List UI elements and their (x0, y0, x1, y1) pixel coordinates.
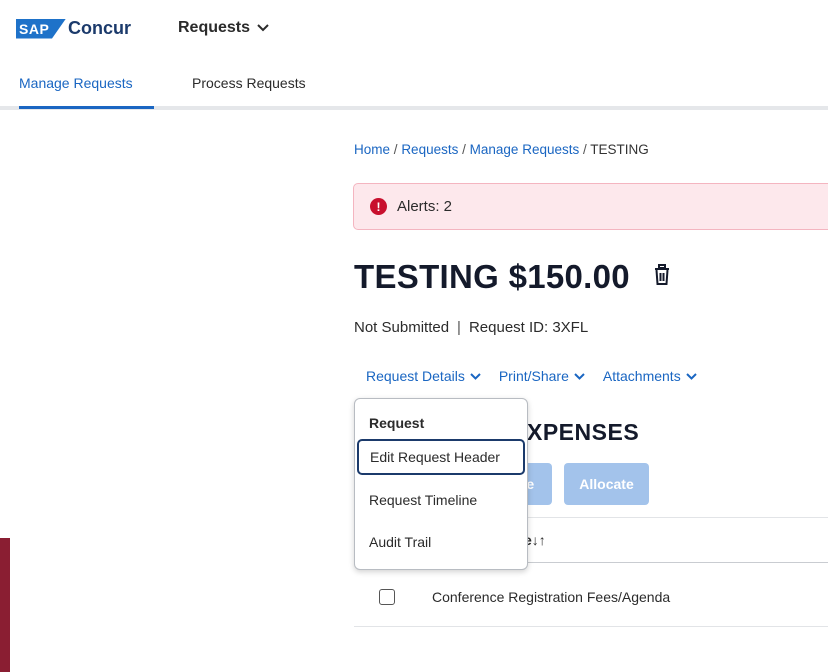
sort-icon: ↓↑ (531, 532, 546, 548)
alerts-banner[interactable]: ! Alerts: 2 (353, 183, 828, 230)
allocate-button[interactable]: Allocate (564, 463, 649, 505)
attachments-menu[interactable]: Attachments (603, 368, 697, 384)
print-share-menu[interactable]: Print/Share (499, 368, 585, 384)
request-details-label: Request Details (366, 368, 465, 384)
chevron-down-icon (685, 372, 697, 380)
menu-item-audit-trail[interactable]: Audit Trail (356, 524, 526, 560)
trash-icon (654, 263, 669, 285)
breadcrumb: Home / Requests / Manage Requests / TEST… (354, 142, 649, 157)
chevron-down-icon (470, 372, 481, 380)
table-row[interactable]: Conference Registration Fees/Agenda (354, 572, 828, 627)
requests-app-menu[interactable]: Requests (178, 19, 269, 37)
chevron-down-icon (574, 372, 585, 380)
active-tab-indicator (19, 106, 154, 109)
request-action-menus: Request Details Print/Share Attachments (366, 368, 715, 384)
tab-manage-requests[interactable]: Manage Requests (19, 75, 133, 91)
alerts-text: Alerts: 2 (397, 198, 453, 215)
page-title: TESTING $150.00 (354, 258, 630, 295)
sap-concur-logo[interactable]: SAP Concur (16, 18, 131, 39)
breadcrumb-current: TESTING (590, 142, 649, 157)
menu-item-edit-request-header[interactable]: Edit Request Header (357, 439, 525, 475)
sap-logo-icon: SAP (16, 18, 66, 39)
status-text: Not Submitted (354, 319, 450, 336)
delete-request-button[interactable] (652, 263, 672, 291)
request-title-row: TESTING $150.00 (354, 258, 672, 296)
tab-process-requests[interactable]: Process Requests (192, 75, 306, 91)
top-bar: SAP Concur Requests (0, 0, 828, 58)
row-checkbox[interactable] (379, 589, 395, 605)
concur-logo-text: Concur (68, 18, 131, 38)
request-details-dropdown: Request Edit Request Header Request Time… (354, 398, 528, 570)
request-status-line: Not Submitted | Request ID: 3XFL (354, 319, 588, 336)
breadcrumb-separator: / (462, 142, 466, 157)
breadcrumb-manage-requests[interactable]: Manage Requests (470, 142, 580, 157)
left-edge-bar (0, 538, 10, 672)
app-window: SAP Concur Requests Manage Requests Proc… (0, 0, 828, 672)
alert-exclamation-icon: ! (370, 198, 387, 215)
dropdown-group-label: Request (369, 415, 425, 431)
breadcrumb-home[interactable]: Home (354, 142, 390, 157)
breadcrumb-requests[interactable]: Requests (401, 142, 458, 157)
request-details-menu[interactable]: Request Details (366, 368, 481, 384)
expense-type-cell: Conference Registration Fees/Agenda (432, 589, 671, 605)
expenses-section-heading: XPENSES (527, 419, 640, 445)
nav-tabs: Manage Requests Process Requests (0, 58, 828, 110)
app-menu-label: Requests (178, 19, 251, 36)
request-id: Request ID: 3XFL (468, 319, 589, 336)
menu-item-request-timeline[interactable]: Request Timeline (356, 482, 526, 518)
chevron-down-icon (257, 24, 269, 32)
status-divider: | (457, 319, 461, 336)
attachments-label: Attachments (602, 368, 681, 384)
sap-logo-text: SAP (19, 20, 50, 37)
print-share-label: Print/Share (498, 368, 569, 384)
